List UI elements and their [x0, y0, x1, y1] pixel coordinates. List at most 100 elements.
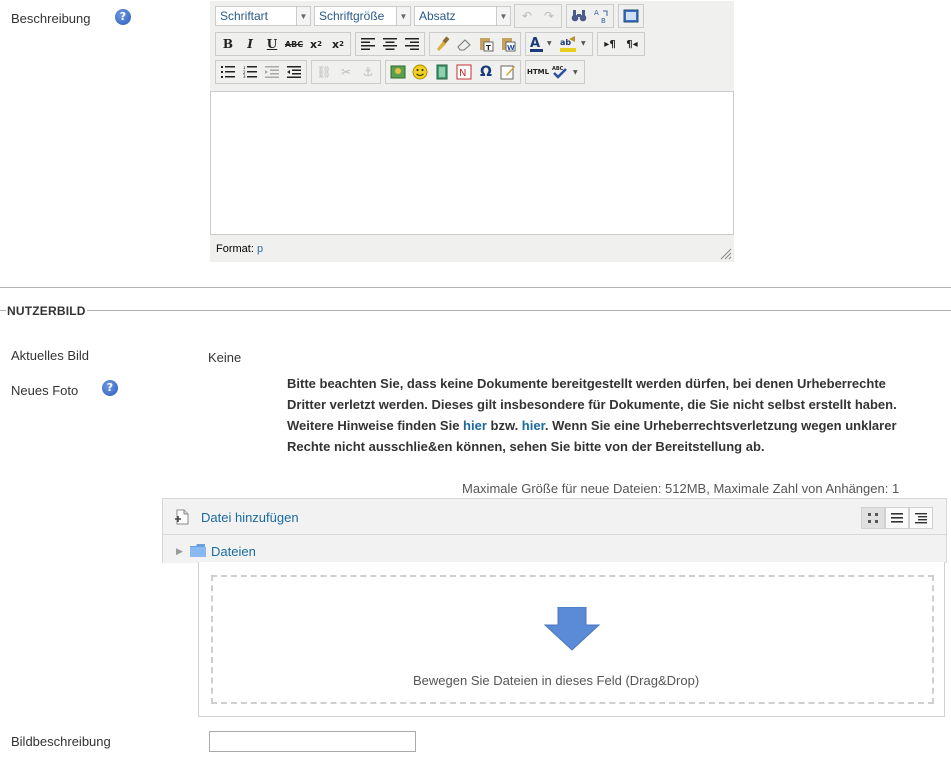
- svg-text:W: W: [507, 44, 515, 52]
- svg-text:A: A: [594, 9, 599, 17]
- outdent-icon[interactable]: [261, 62, 283, 82]
- align-center-icon[interactable]: [379, 34, 401, 54]
- undo-icon[interactable]: ↶: [516, 6, 538, 26]
- file-manager-header: [162, 498, 947, 563]
- notice-text-mid: bzw.: [486, 418, 522, 433]
- notice-link-2[interactable]: hier: [522, 418, 545, 433]
- rich-text-editor: Schriftart ▼ Schriftgröße ▼ Absatz ▼ ↶ ↷…: [210, 1, 734, 262]
- paste-word-icon[interactable]: W: [497, 34, 519, 54]
- status-path-link[interactable]: p: [257, 243, 263, 255]
- link-icon[interactable]: ⛓: [313, 62, 335, 82]
- folder-label[interactable]: Dateien: [211, 544, 256, 559]
- svg-text:ABC: ABC: [552, 66, 564, 72]
- svg-text:▼: ▼: [573, 69, 578, 76]
- highlight-color-icon[interactable]: ab ▼: [557, 34, 591, 54]
- eraser-icon[interactable]: [453, 34, 475, 54]
- superscript-icon[interactable]: x2: [327, 34, 349, 54]
- svg-text:N: N: [459, 68, 466, 79]
- editor-status-bar: Format: p: [216, 243, 263, 255]
- new-photo-label: Neues Foto: [11, 383, 79, 398]
- anchor-icon[interactable]: ⚓: [357, 62, 379, 82]
- current-image-value: Keine: [208, 350, 242, 365]
- image-icon[interactable]: [387, 62, 409, 82]
- insert-group: N Ω: [385, 60, 521, 84]
- search-group: AB: [566, 4, 614, 28]
- chevron-down-icon: ▼: [496, 7, 510, 25]
- ltr-icon[interactable]: ▸¶: [599, 34, 621, 54]
- view-icons-button[interactable]: [861, 507, 885, 529]
- cleanup-brush-icon[interactable]: [431, 34, 453, 54]
- redo-icon[interactable]: ↷: [538, 6, 560, 26]
- expand-triangle-icon[interactable]: ▶: [176, 546, 183, 557]
- svg-text:ab: ab: [560, 38, 571, 47]
- text-color-icon[interactable]: A ▼: [527, 34, 557, 54]
- help-icon[interactable]: ?: [102, 380, 118, 396]
- view-tree-button[interactable]: [909, 507, 933, 529]
- resize-handle-icon[interactable]: [720, 248, 732, 260]
- strikethrough-icon[interactable]: ABC: [283, 34, 305, 54]
- paste-text-icon[interactable]: T: [475, 34, 497, 54]
- rtl-icon[interactable]: ¶◂: [621, 34, 643, 54]
- image-description-input[interactable]: [209, 731, 416, 752]
- max-file-info: Maximale Größe für neue Dateien: 512MB, …: [462, 481, 900, 496]
- history-group: ↶ ↷: [514, 4, 562, 28]
- spellcheck-icon[interactable]: ABC ▼: [549, 62, 583, 82]
- subscript-icon[interactable]: x2: [305, 34, 327, 54]
- help-icon[interactable]: ?: [115, 9, 131, 25]
- section-title: NUTZERBILD: [6, 304, 87, 318]
- bold-icon[interactable]: B: [217, 34, 239, 54]
- toolbar-row-2: B I U ABC x2 x2 T W A ▼ ab ▼ ▸¶ ¶◂: [215, 32, 649, 56]
- special-char-icon[interactable]: Ω: [475, 62, 497, 82]
- chevron-down-icon: ▼: [396, 7, 410, 25]
- font-family-value: Schriftart: [220, 9, 269, 23]
- section-divider-top: [0, 287, 951, 288]
- description-label: Beschreibung: [11, 11, 91, 26]
- image-description-label: Bildbeschreibung: [11, 734, 111, 749]
- edit-source-icon[interactable]: [497, 62, 519, 82]
- editor-content-area[interactable]: [210, 91, 734, 235]
- grid-icon: [868, 513, 878, 523]
- direction-group: ▸¶ ¶◂: [597, 32, 645, 56]
- drop-arrow-icon: [543, 606, 601, 654]
- equation-icon[interactable]: N: [453, 62, 475, 82]
- svg-text:3: 3: [243, 74, 246, 78]
- view-mode-group: [861, 507, 933, 529]
- section-divider-bottom: [0, 310, 951, 311]
- clipboard-group: T W: [429, 32, 521, 56]
- block-format-select[interactable]: Absatz ▼: [414, 6, 511, 26]
- fullscreen-icon[interactable]: [620, 6, 642, 26]
- replace-icon[interactable]: AB: [590, 6, 612, 26]
- font-size-select[interactable]: Schriftgröße ▼: [314, 6, 411, 26]
- unlink-icon[interactable]: ✂: [335, 62, 357, 82]
- media-icon[interactable]: [431, 62, 453, 82]
- chevron-down-icon: ▼: [296, 7, 310, 25]
- svg-text:▼: ▼: [547, 40, 552, 47]
- align-left-icon[interactable]: [357, 34, 379, 54]
- view-list-button[interactable]: [885, 507, 909, 529]
- toolbar-row-1: Schriftart ▼ Schriftgröße ▼ Absatz ▼ ↶ ↷…: [215, 4, 648, 28]
- font-family-select[interactable]: Schriftart ▼: [215, 6, 311, 26]
- indent-icon[interactable]: [283, 62, 305, 82]
- find-icon[interactable]: [568, 6, 590, 26]
- add-file-icon[interactable]: [174, 509, 190, 528]
- html-icon[interactable]: HTML: [527, 62, 549, 82]
- drop-zone-text: Bewegen Sie Dateien in dieses Feld (Drag…: [413, 673, 700, 688]
- bullet-list-icon[interactable]: [217, 62, 239, 82]
- file-manager-divider: [162, 534, 947, 535]
- numbered-list-icon[interactable]: 123: [239, 62, 261, 82]
- svg-text:A: A: [530, 36, 540, 51]
- align-group: [355, 32, 425, 56]
- list-group: 123: [215, 60, 307, 84]
- svg-text:▼: ▼: [581, 40, 586, 47]
- fullscreen-group: [618, 4, 644, 28]
- tree-icon: [915, 513, 927, 524]
- italic-icon[interactable]: I: [239, 34, 261, 54]
- folder-icon: [190, 544, 206, 560]
- emoticon-icon[interactable]: [409, 62, 431, 82]
- color-group: A ▼ ab ▼: [525, 32, 593, 56]
- notice-link-1[interactable]: hier: [463, 418, 487, 433]
- align-right-icon[interactable]: [401, 34, 423, 54]
- add-file-button[interactable]: Datei hinzufügen: [201, 510, 299, 525]
- font-size-value: Schriftgröße: [319, 9, 385, 23]
- underline-icon[interactable]: U: [261, 34, 283, 54]
